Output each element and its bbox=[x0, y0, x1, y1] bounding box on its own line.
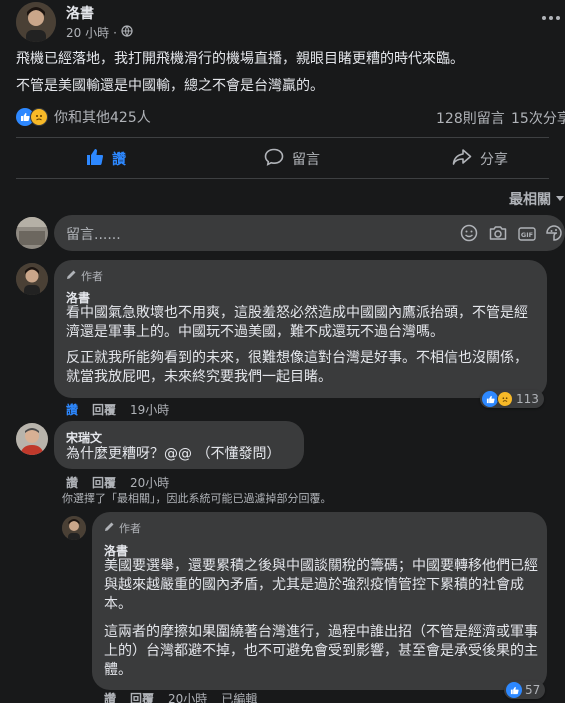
current-user-avatar[interactable] bbox=[16, 217, 48, 249]
comment-reply-link[interactable]: 回覆 bbox=[130, 690, 154, 703]
sort-label: 最相關 bbox=[509, 192, 551, 208]
sad-reaction-icon bbox=[30, 108, 48, 126]
sort-dropdown[interactable]: 最相關 bbox=[509, 189, 565, 209]
gif-icon[interactable]: GIF bbox=[518, 226, 536, 245]
divider bbox=[16, 178, 549, 179]
comment-like-link[interactable]: 讚 bbox=[66, 401, 78, 418]
comment-like-link[interactable]: 讚 bbox=[104, 690, 116, 703]
sticker-icon[interactable] bbox=[545, 224, 563, 246]
post-author-name[interactable]: 洛書 bbox=[66, 3, 94, 23]
comment-input[interactable]: 留言...... bbox=[66, 224, 121, 244]
author-badge: 作者 bbox=[104, 520, 141, 536]
comment-paragraph-2: 反正就我所能夠看到的未來，很難想像這對台灣是好事。不相信也沒關係，就當我放屁吧，… bbox=[66, 350, 528, 385]
comment-text: 為什麼更糟呀？@@ （不懂發問） bbox=[66, 446, 281, 462]
thumbs-up-icon bbox=[86, 148, 104, 170]
author-badge: 作者 bbox=[66, 268, 103, 284]
comment-paragraph-1: 看中國氣急敗壞也不用爽，這股羞怒必然造成中國國內鷹派抬頭，不管是經濟還是軍事上的… bbox=[66, 305, 528, 340]
camera-icon[interactable] bbox=[489, 225, 507, 245]
comment-composer[interactable]: 留言...... GIF bbox=[54, 215, 565, 251]
comment-bubble: 作者 洛書 美國要選舉，還要累積之後與中國談關稅的籌碼；中國要轉移他們已經與越來… bbox=[92, 512, 547, 690]
comment-reactions[interactable]: 57 bbox=[504, 681, 546, 699]
svg-text:GIF: GIF bbox=[521, 231, 533, 239]
comment-meta: 讚 回覆 19小時 bbox=[66, 401, 169, 418]
edited-label: 已編輯 bbox=[221, 692, 258, 703]
comment-bubble: 作者 洛書 看中國氣急敗壞也不用爽，這股羞怒必然造成中國國內鷹派抬頭，不管是經濟… bbox=[54, 260, 547, 398]
comment-reactions[interactable]: 113 bbox=[480, 390, 544, 408]
caret-down-icon bbox=[555, 191, 565, 207]
post-timestamp[interactable]: 20 小時 · bbox=[66, 24, 133, 41]
pencil-icon bbox=[104, 521, 115, 535]
post-paragraph-1: 飛機已經落地，我打開飛機滑行的機場直播，親眼目睹更糟的時代來臨。 bbox=[16, 51, 464, 67]
share-icon bbox=[452, 148, 472, 170]
shares-count[interactable]: 15次分享 bbox=[511, 108, 565, 128]
comment-paragraph-1: 美國要選舉，還要累積之後與中國談關稅的籌碼；中國要轉移他們已經與越來越嚴重的國內… bbox=[104, 558, 538, 612]
share-button[interactable]: 分享 bbox=[452, 148, 508, 170]
comments-count[interactable]: 128則留言 bbox=[436, 108, 505, 128]
post-time[interactable]: 20 小時 bbox=[66, 24, 109, 41]
comment-time[interactable]: 19小時 bbox=[130, 401, 169, 418]
share-label: 分享 bbox=[480, 152, 508, 168]
like-button[interactable]: 讚 bbox=[86, 148, 126, 170]
reaction-count: 57 bbox=[525, 683, 541, 697]
comment-reply-link[interactable]: 回覆 bbox=[92, 401, 116, 418]
comment-label: 留言 bbox=[292, 152, 320, 168]
comment-bubble: 宋瑞文 為什麼更糟呀？@@ （不懂發問） bbox=[54, 421, 304, 469]
reactions-text: 你和其他425人 bbox=[54, 110, 151, 126]
commenter-name[interactable]: 宋瑞文 bbox=[66, 429, 102, 446]
comment-time[interactable]: 20小時 bbox=[168, 690, 207, 703]
comment-reply-link[interactable]: 回覆 bbox=[92, 474, 116, 491]
reaction-count: 113 bbox=[516, 392, 539, 406]
reactions-summary[interactable]: 你和其他425人 bbox=[16, 107, 151, 127]
sad-reaction-icon bbox=[497, 391, 513, 407]
pencil-icon bbox=[66, 269, 77, 283]
like-label: 讚 bbox=[112, 152, 126, 168]
comment-icon bbox=[264, 148, 284, 170]
filter-notice: 你選擇了「最相關」，因此系統可能已過濾掉部分回覆。 bbox=[62, 492, 332, 505]
emoji-icon[interactable] bbox=[460, 224, 478, 246]
comment-time[interactable]: 20小時 bbox=[130, 474, 169, 491]
commenter-avatar[interactable] bbox=[16, 423, 48, 455]
post-paragraph-2: 不管是美國輸還是中國輸，總之不會是台灣贏的。 bbox=[16, 78, 324, 94]
comment-meta: 讚 回覆 20小時 已編輯 bbox=[104, 690, 257, 703]
author-badge-label: 作者 bbox=[119, 522, 141, 535]
comment-meta: 讚 回覆 20小時 bbox=[66, 474, 169, 491]
like-reaction-icon bbox=[506, 682, 522, 698]
comment-like-link[interactable]: 讚 bbox=[66, 474, 78, 491]
commenter-avatar[interactable] bbox=[16, 263, 48, 295]
commenter-avatar[interactable] bbox=[62, 516, 86, 540]
like-reaction-icon bbox=[482, 391, 498, 407]
comment-button[interactable]: 留言 bbox=[264, 148, 320, 170]
post-author-avatar[interactable] bbox=[16, 2, 56, 42]
author-badge-label: 作者 bbox=[81, 270, 103, 283]
globe-icon bbox=[121, 25, 133, 40]
more-options-icon[interactable] bbox=[542, 12, 562, 24]
comment-paragraph-2: 這兩者的摩擦如果圍繞著台灣進行，過程中誰出招（不管是經濟或軍事上的）台灣都避不掉… bbox=[104, 624, 538, 678]
divider bbox=[16, 137, 549, 138]
